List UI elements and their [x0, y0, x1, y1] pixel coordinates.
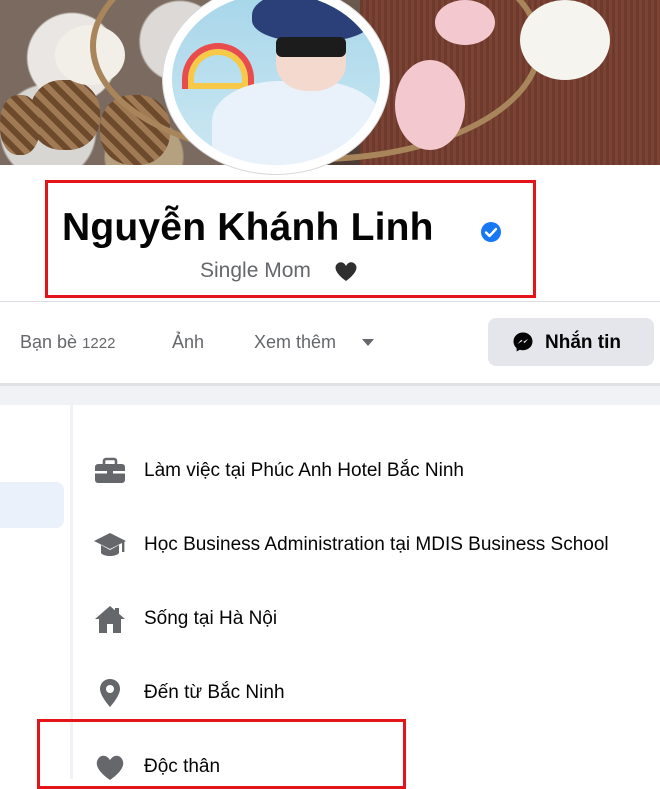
pinecone-decor [30, 80, 100, 150]
chevron-down-icon[interactable] [362, 339, 374, 346]
flower-decor [435, 0, 495, 45]
tab-friends[interactable]: Bạn bè 1222 [20, 332, 115, 353]
briefcase-icon [95, 457, 125, 483]
profile-bio: Single Mom [200, 259, 311, 282]
tab-friends-label: Bạn bè [20, 332, 78, 352]
flower-decor [520, 0, 610, 80]
intro-education-text: Học Business Administration tại MDIS Bus… [144, 534, 609, 555]
location-pin-icon [100, 679, 120, 707]
verified-badge-icon [481, 222, 501, 242]
rainbow-decor [182, 43, 254, 89]
avatar-shirt [212, 81, 380, 165]
avatar-glasses [276, 37, 346, 57]
profile-name: Nguyễn Khánh Linh [62, 206, 434, 249]
graduation-cap-icon [94, 533, 126, 556]
tab-friends-count: 1222 [82, 335, 116, 352]
message-button-label: Nhắn tin [545, 332, 621, 353]
tab-more[interactable]: Xem thêm [254, 332, 336, 353]
tab-more-label: Xem thêm [254, 332, 337, 352]
messenger-icon [513, 332, 533, 352]
header-divider [0, 301, 660, 302]
pinecone-decor [0, 95, 40, 155]
home-icon [95, 606, 125, 633]
tab-photos[interactable]: Ảnh [172, 332, 204, 353]
intro-work-text: Làm việc tại Phúc Anh Hotel Bắc Ninh [144, 460, 465, 481]
intro-lives-text: Sống tại Hà Nội [144, 608, 278, 629]
left-nav-selected-item[interactable] [0, 482, 64, 528]
avatar-hat [252, 0, 372, 41]
avatar-photo [172, 0, 380, 165]
black-heart-icon [335, 262, 357, 281]
intro-from-text: Đến từ Bắc Ninh [144, 682, 285, 703]
flower-decor [395, 60, 465, 150]
tab-photos-label: Ảnh [172, 332, 205, 352]
